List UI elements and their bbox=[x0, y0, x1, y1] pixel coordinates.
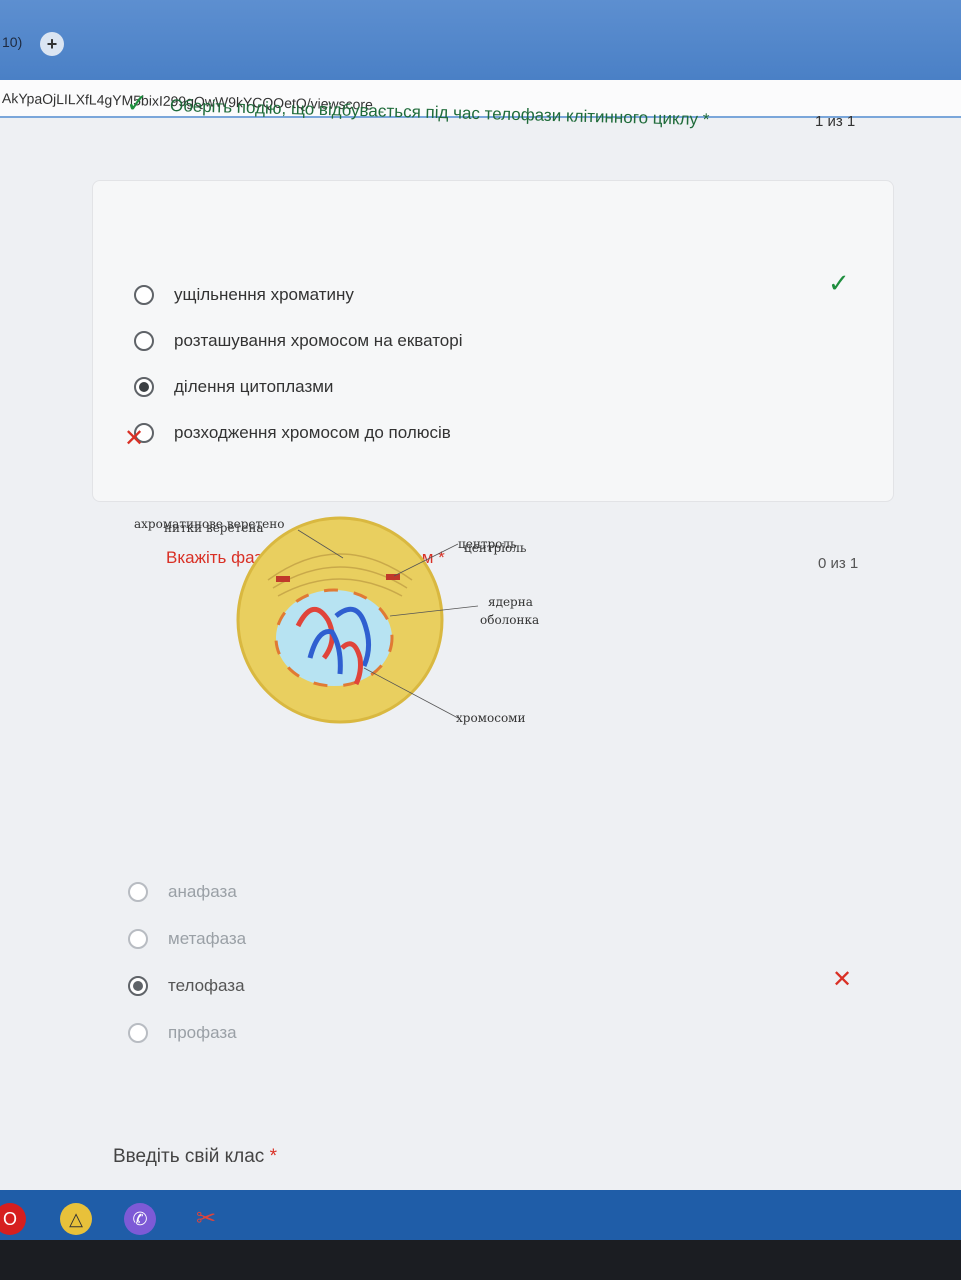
radio-button-selected[interactable] bbox=[134, 377, 154, 397]
incorrect-x-icon: ✕ bbox=[124, 425, 145, 452]
new-tab-button[interactable]: + bbox=[40, 32, 64, 56]
option-label: телофаза bbox=[168, 976, 245, 995]
option-label: розходження хромосом до полюсів bbox=[174, 423, 451, 442]
drive-icon[interactable]: △ bbox=[60, 1203, 92, 1235]
label-chromosomes: хромосоми bbox=[456, 711, 526, 725]
radio-button[interactable] bbox=[128, 1023, 148, 1043]
option-label: ущільнення хроматину bbox=[174, 285, 354, 304]
label-envelope-line2: оболонка bbox=[480, 613, 539, 627]
question1-score: 1 из 1 bbox=[815, 113, 856, 130]
option-label: анафаза bbox=[168, 882, 237, 901]
question2-option[interactable]: анафаза bbox=[128, 882, 237, 902]
browser-tab-bar: 10) + bbox=[0, 0, 961, 80]
question1-option[interactable]: ущільнення хроматину bbox=[134, 285, 354, 305]
required-mark: * bbox=[269, 1146, 277, 1167]
radio-button[interactable] bbox=[128, 929, 148, 949]
correct-answer-check-icon: ✓ bbox=[828, 268, 850, 298]
correct-check-icon: ✓ bbox=[126, 88, 148, 118]
option-label: розташування хромосом на екваторі bbox=[174, 331, 463, 350]
radio-button[interactable] bbox=[134, 285, 154, 305]
option-label: ділення цитоплазми bbox=[174, 377, 334, 396]
label-spindle-overlay: нитки веретена bbox=[164, 521, 263, 535]
radio-button[interactable] bbox=[134, 331, 154, 351]
question2-option[interactable]: метафаза bbox=[128, 929, 246, 949]
question1-option[interactable]: розташування хромосом на екваторі bbox=[134, 331, 462, 351]
app-icon[interactable]: ✂ bbox=[190, 1203, 222, 1235]
question1-option[interactable]: розходження хромосом до полюсів bbox=[134, 423, 451, 443]
question1-option[interactable]: ділення цитоплазми bbox=[134, 377, 333, 397]
question2-score: 0 из 1 bbox=[818, 555, 859, 572]
radio-button[interactable] bbox=[128, 882, 148, 902]
radio-button-selected[interactable] bbox=[128, 976, 148, 996]
label-centriole-overlay: центріоль bbox=[464, 541, 527, 555]
question3-label: Введіть свій клас * bbox=[113, 1146, 277, 1168]
centriole bbox=[386, 574, 400, 580]
label-envelope-line1: ядерна bbox=[488, 595, 533, 609]
viber-icon[interactable]: ✆ bbox=[124, 1203, 156, 1235]
question3-text: Введіть свій клас bbox=[113, 1146, 265, 1167]
mitosis-diagram: ахроматинове веретено нитки веретена цен… bbox=[134, 516, 539, 725]
tab-count[interactable]: 10) bbox=[2, 34, 22, 50]
centriole bbox=[276, 576, 290, 582]
question2-option[interactable]: профаза bbox=[128, 1023, 237, 1043]
question2-option[interactable]: телофаза bbox=[128, 976, 245, 996]
option-label: метафаза bbox=[168, 929, 247, 948]
screen: 10) + AkYpaOjLILXfL4gYM5bixI299gQwW9kYCQ… bbox=[0, 0, 961, 1240]
option-label: профаза bbox=[168, 1023, 237, 1042]
wrong-answer-x-icon: ✕ bbox=[832, 966, 853, 993]
